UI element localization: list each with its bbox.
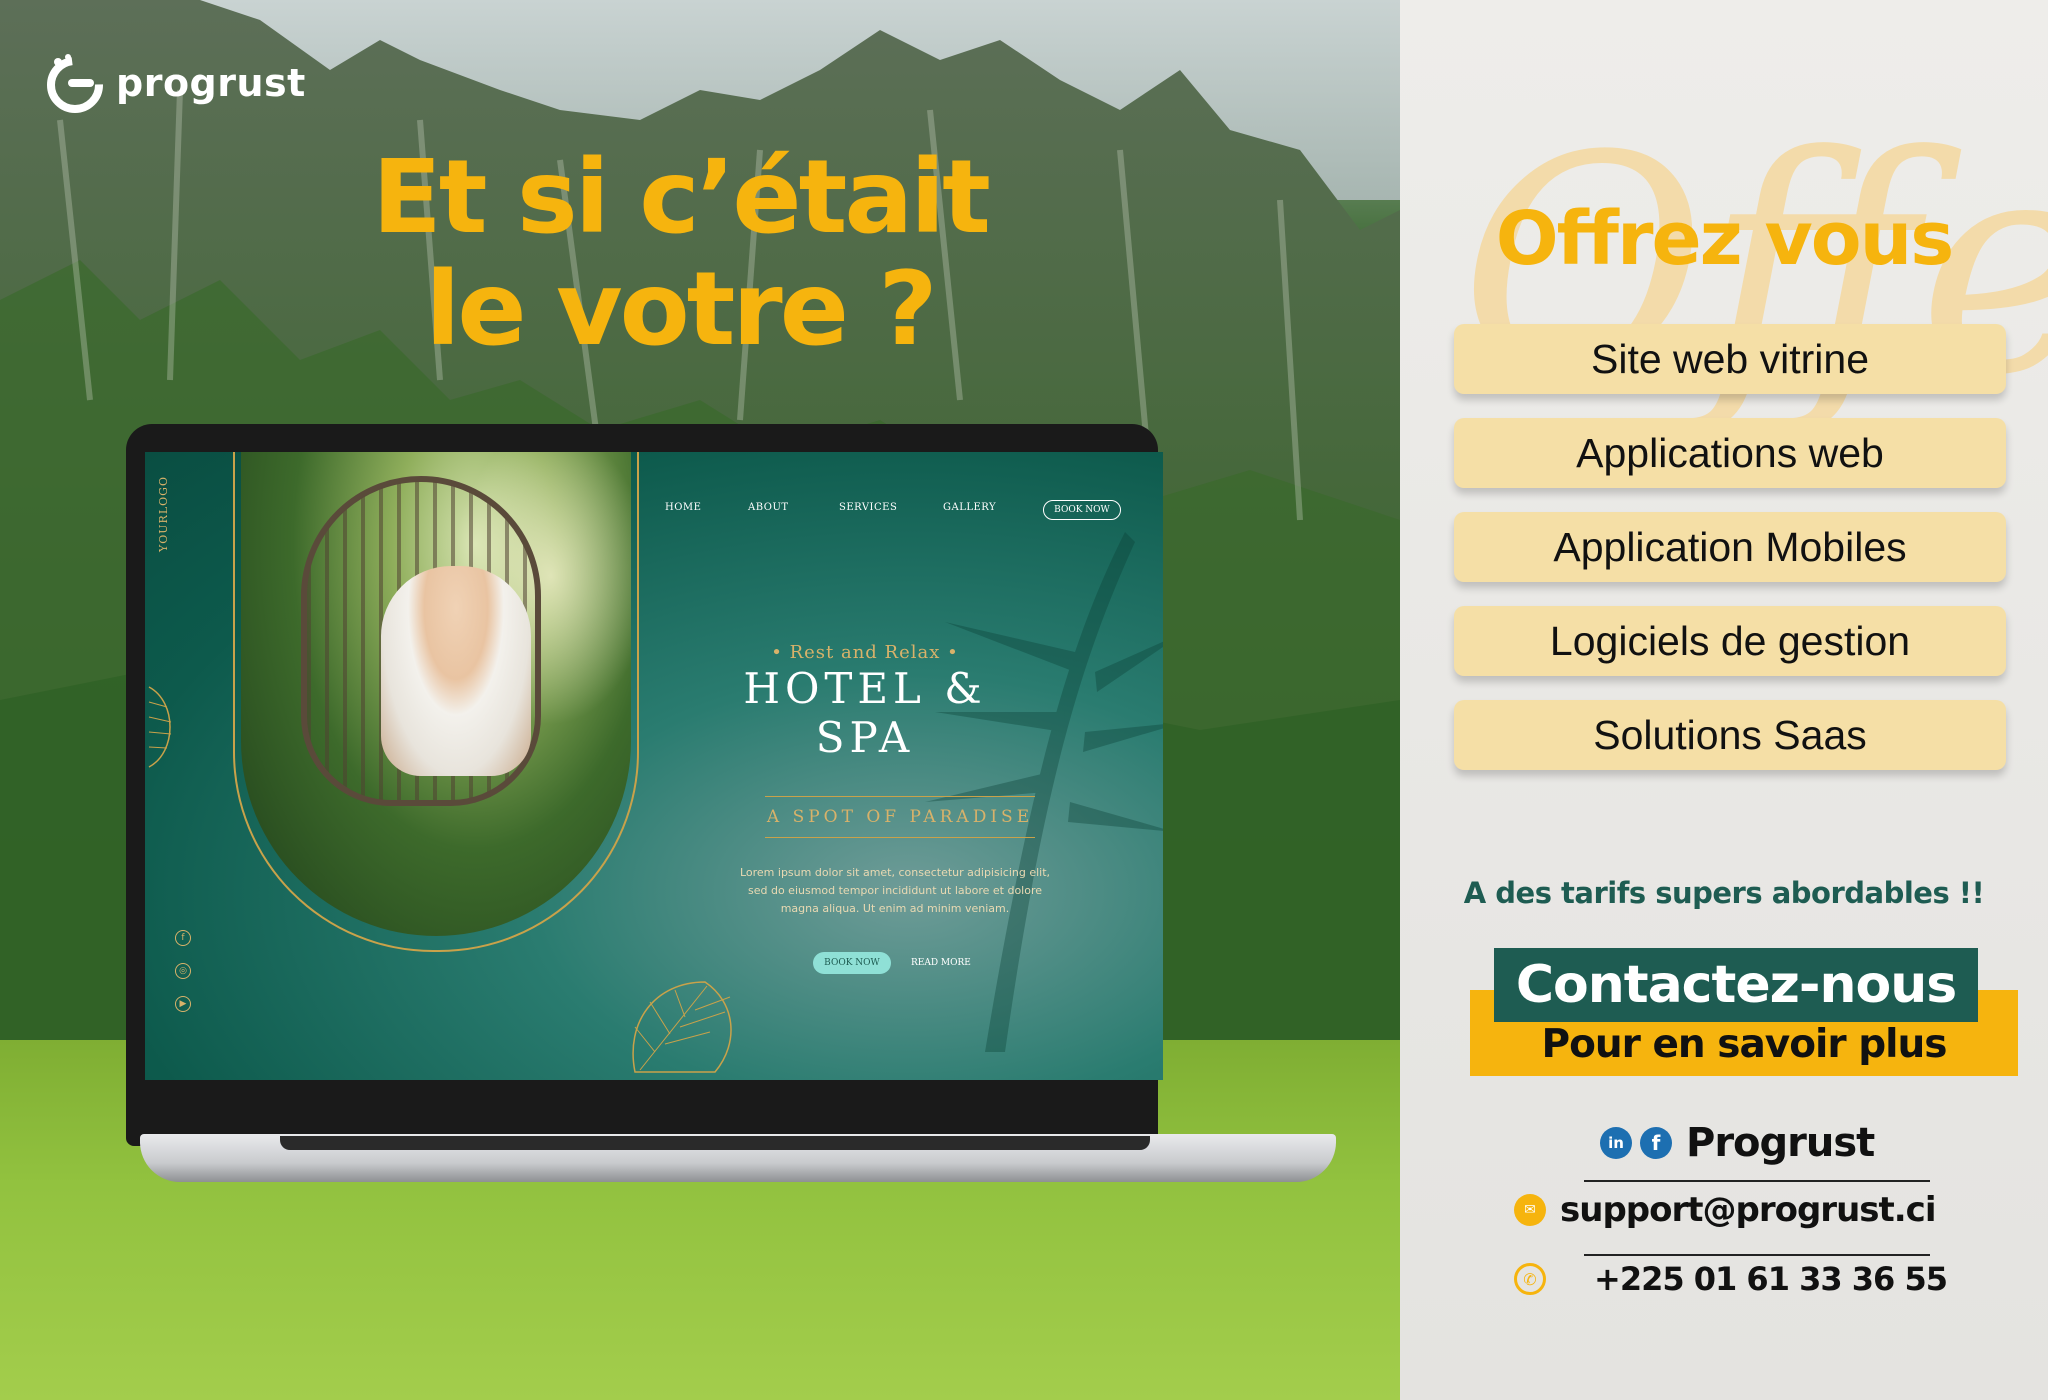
divider [1584, 1254, 1930, 1256]
hero-photo [241, 452, 631, 936]
palm-shadow-decoration [925, 532, 1163, 1052]
facebook-icon[interactable]: f [175, 930, 191, 946]
mockup-book-now-button[interactable]: BOOK NOW [813, 952, 891, 974]
brand-name: progrust [116, 61, 306, 105]
mail-icon: ✉ [1514, 1194, 1546, 1226]
nav-book-now-button[interactable]: BOOK NOW [1043, 500, 1121, 520]
phone-row: ✆ +225 01 61 33 36 55 [1514, 1260, 1948, 1298]
contact-title[interactable]: Contactez-nous [1494, 948, 1978, 1022]
mockup-tagline-box: A SPOT OF PARADISE [765, 796, 1035, 838]
nav-home[interactable]: HOME [665, 502, 701, 513]
woman-relaxing [381, 566, 531, 776]
contact-subtitle: Pour en savoir plus [1541, 1022, 1948, 1067]
contact-email[interactable]: support@progrust.ci [1560, 1190, 1936, 1230]
laptop-hinge [280, 1136, 1150, 1150]
progrust-logo-icon [47, 54, 103, 113]
headline-line-1: Et si c’était [372, 138, 991, 257]
mockup-social-links: f ◎ ▶ [175, 930, 191, 1012]
mockup-tagline: A SPOT OF PARADISE [766, 807, 1034, 827]
headline-line-2: le votre ? [425, 250, 937, 369]
offer-panel: Offer Offrez vous Site web vitrine Appli… [1400, 0, 2048, 1400]
mockup-read-more-link[interactable]: READ MORE [911, 958, 971, 968]
laptop-screen: YOURLOGO f ◎ ▶ HOME ABOUT SERVICES GALLE… [145, 452, 1163, 1080]
social-row: in f Progrust [1600, 1120, 1875, 1166]
nav-services[interactable]: SERVICES [839, 502, 897, 513]
leaf-outline-icon [148, 686, 172, 768]
facebook-icon[interactable]: f [1640, 1127, 1672, 1159]
mockup-kicker: • Rest and Relax • [771, 642, 959, 663]
monstera-leaf-icon [632, 981, 732, 1073]
offer-item-applications-web[interactable]: Applications web [1454, 418, 2006, 488]
phone-icon: ✆ [1514, 1263, 1546, 1295]
divider [1584, 1180, 1930, 1182]
linkedin-icon[interactable]: in [1600, 1127, 1632, 1159]
mockup-title: HOTEL & SPA [743, 664, 987, 762]
social-handle[interactable]: Progrust [1686, 1120, 1875, 1166]
brand-logo: progrust [44, 52, 306, 114]
email-row: ✉ support@progrust.ci [1514, 1190, 1936, 1230]
offer-item-applications-mobiles[interactable]: Application Mobiles [1454, 512, 2006, 582]
pricing-note: A des tarifs supers abordables !! [1463, 876, 1985, 910]
mockup-vertical-logo: YOURLOGO [157, 476, 170, 552]
nav-gallery[interactable]: GALLERY [943, 502, 996, 513]
offer-item-saas[interactable]: Solutions Saas [1454, 700, 2006, 770]
offer-item-logiciels[interactable]: Logiciels de gestion [1454, 606, 2006, 676]
contact-phone[interactable]: +225 01 61 33 36 55 [1594, 1260, 1948, 1298]
mockup-body-text: Lorem ipsum dolor sit amet, consectetur … [739, 866, 1051, 915]
headline: Et si c’était le votre ? [300, 142, 1060, 366]
offer-heading: Offrez vous [1495, 196, 1955, 282]
youtube-icon[interactable]: ▶ [175, 996, 191, 1012]
nav-about[interactable]: ABOUT [748, 502, 789, 513]
instagram-icon[interactable]: ◎ [175, 963, 191, 979]
offer-item-site-web[interactable]: Site web vitrine [1454, 324, 2006, 394]
